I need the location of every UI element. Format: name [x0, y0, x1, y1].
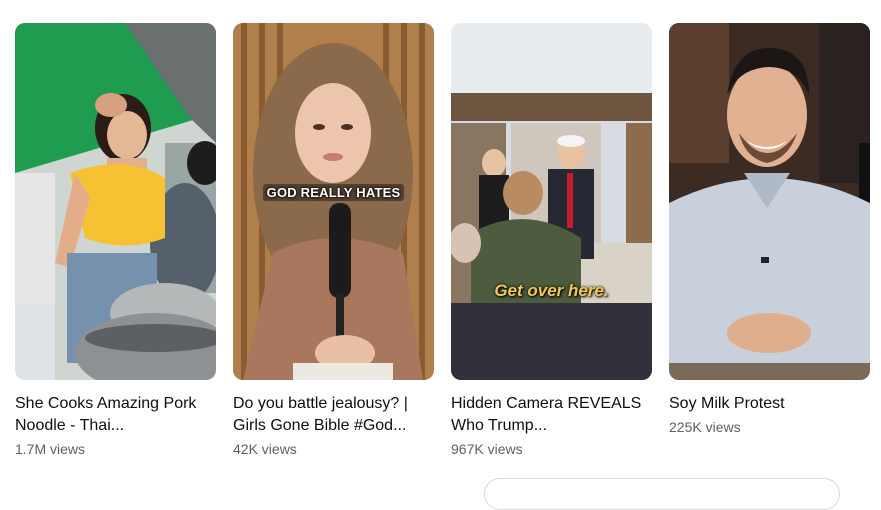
short-thumbnail-4[interactable] — [669, 23, 870, 380]
short-title[interactable]: Do you battle jealousy? | Girls Gone Bib… — [233, 393, 429, 437]
short-thumbnail-image-2 — [233, 23, 434, 380]
view-count: 967K views — [451, 441, 523, 457]
short-card-1[interactable]: She Cooks Amazing Pork Noodle - Thai... … — [15, 23, 216, 459]
short-title[interactable]: Hidden Camera REVEALS Who Trump... — [451, 393, 647, 437]
short-thumbnail-image-4 — [669, 23, 870, 380]
short-thumbnail-1[interactable] — [15, 23, 216, 380]
short-title[interactable]: She Cooks Amazing Pork Noodle - Thai... — [15, 393, 211, 437]
short-card-2[interactable]: GOD REALLY HATES Do you battle jealousy?… — [233, 23, 434, 459]
short-thumbnail-3[interactable]: Get over here. — [451, 23, 652, 380]
view-count: 225K views — [669, 419, 741, 435]
short-thumbnail-image-3 — [451, 23, 652, 380]
short-thumbnail-2[interactable]: GOD REALLY HATES — [233, 23, 434, 380]
short-card-3[interactable]: Get over here. Hidden Camera REVEALS Who… — [451, 23, 652, 459]
short-card-4[interactable]: Soy Milk Protest 225K views — [669, 23, 870, 437]
partial-element-bottom — [484, 478, 840, 510]
view-count: 1.7M views — [15, 441, 86, 457]
short-title[interactable]: Soy Milk Protest — [669, 393, 865, 415]
short-thumbnail-image-1 — [15, 23, 216, 380]
view-count: 42K views — [233, 441, 297, 457]
